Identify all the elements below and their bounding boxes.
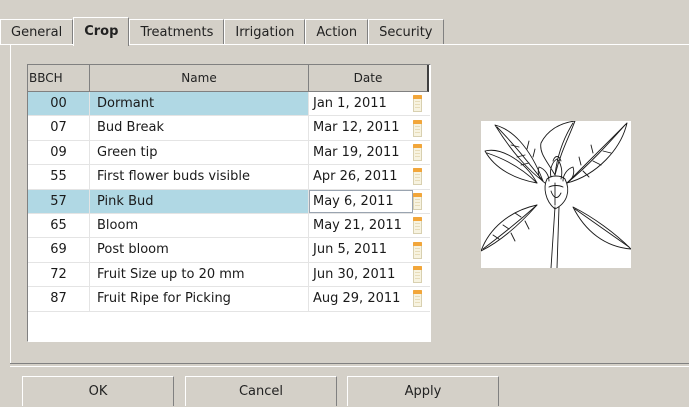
date-picker-cell[interactable] xyxy=(413,92,430,115)
cell-bbch: 07 xyxy=(28,116,90,140)
table-row[interactable]: 72 Fruit Size up to 20 mm Jun 30, 2011 xyxy=(28,262,430,288)
ok-button[interactable]: OK xyxy=(22,376,174,406)
tab-crop[interactable]: Crop xyxy=(73,17,130,46)
calendar-icon[interactable] xyxy=(413,241,422,259)
tab-general[interactable]: General xyxy=(0,19,74,45)
flower-bud-illustration xyxy=(480,120,632,269)
calendar-icon[interactable] xyxy=(413,143,422,161)
cell-date[interactable]: May 6, 2011 xyxy=(309,189,413,213)
table-row[interactable]: 00 Dormant Jan 1, 2011 xyxy=(28,92,430,117)
calendar-icon[interactable] xyxy=(413,290,422,308)
cell-date[interactable]: May 21, 2011 xyxy=(309,213,413,238)
cell-date[interactable]: Jun 5, 2011 xyxy=(309,238,413,262)
cell-bbch: 55 xyxy=(28,165,90,189)
cell-name: Fruit Ripe for Picking xyxy=(90,287,309,311)
cancel-button[interactable]: Cancel xyxy=(185,376,337,406)
cell-date[interactable]: Jun 30, 2011 xyxy=(309,262,413,287)
cell-name: Green tip xyxy=(90,140,309,165)
cell-bbch: 65 xyxy=(28,213,90,238)
cell-bbch: 72 xyxy=(28,262,90,287)
cell-name: Fruit Size up to 20 mm xyxy=(90,262,309,287)
cell-date[interactable]: Aug 29, 2011 xyxy=(309,287,413,311)
table-body: 00 Dormant Jan 1, 2011 07 Bud Break Mar … xyxy=(28,92,430,312)
cell-bbch: 09 xyxy=(28,140,90,165)
crop-dialog: General Crop Treatments Irrigation Actio… xyxy=(0,0,689,406)
column-header-bbch[interactable]: BBCH xyxy=(28,65,90,92)
date-picker-cell[interactable] xyxy=(413,116,430,139)
cell-date[interactable]: Apr 26, 2011 xyxy=(309,165,413,189)
calendar-icon[interactable] xyxy=(413,265,422,283)
column-header-name[interactable]: Name xyxy=(90,65,309,92)
cell-bbch: 87 xyxy=(28,287,90,311)
cell-name: Dormant xyxy=(90,92,309,116)
date-picker-cell[interactable] xyxy=(413,141,430,164)
table-row[interactable]: 07 Bud Break Mar 12, 2011 xyxy=(28,116,430,141)
growth-stages-table[interactable]: BBCH Name Date 00 Dormant Jan 1, 2011 07… xyxy=(27,64,431,342)
date-picker-cell[interactable] xyxy=(413,214,430,237)
date-picker-cell[interactable] xyxy=(413,263,430,286)
panel-divider xyxy=(10,363,689,367)
table-row[interactable]: 65 Bloom May 21, 2011 xyxy=(28,213,430,239)
table-row[interactable]: 69 Post bloom Jun 5, 2011 xyxy=(28,238,430,263)
crop-stage-illustration xyxy=(480,120,632,269)
date-picker-cell[interactable] xyxy=(413,287,430,310)
cell-bbch: 57 xyxy=(28,189,90,213)
table-row[interactable]: 55 First flower buds visible Apr 26, 201… xyxy=(28,165,430,190)
cell-name: Post bloom xyxy=(90,238,309,262)
tab-bar: General Crop Treatments Irrigation Actio… xyxy=(0,17,444,46)
calendar-icon[interactable] xyxy=(413,192,422,210)
apply-button[interactable]: Apply xyxy=(347,376,499,406)
cell-name: Pink Bud xyxy=(90,189,309,213)
calendar-icon[interactable] xyxy=(413,168,422,186)
calendar-icon[interactable] xyxy=(413,119,422,137)
calendar-icon[interactable] xyxy=(413,217,422,235)
table-row[interactable]: 09 Green tip Mar 19, 2011 xyxy=(28,140,430,166)
table-header: BBCH Name Date xyxy=(28,65,429,92)
table-row[interactable]: 87 Fruit Ripe for Picking Aug 29, 2011 xyxy=(28,287,430,312)
date-picker-cell[interactable] xyxy=(413,165,430,188)
cell-bbch: 69 xyxy=(28,238,90,262)
date-picker-cell[interactable] xyxy=(413,190,430,213)
tab-irrigation[interactable]: Irrigation xyxy=(224,19,306,45)
tab-security[interactable]: Security xyxy=(368,19,444,45)
cell-bbch: 00 xyxy=(28,92,90,116)
tab-treatments[interactable]: Treatments xyxy=(129,19,225,45)
cell-date[interactable]: Jan 1, 2011 xyxy=(309,92,413,116)
table-row[interactable]: 57 Pink Bud May 6, 2011 xyxy=(28,189,430,214)
cell-name: First flower buds visible xyxy=(90,165,309,189)
calendar-icon[interactable] xyxy=(413,95,422,113)
tab-action[interactable]: Action xyxy=(305,19,369,45)
date-picker-cell[interactable] xyxy=(413,238,430,261)
cell-date[interactable]: Mar 12, 2011 xyxy=(309,116,413,140)
cell-name: Bud Break xyxy=(90,116,309,140)
column-header-date[interactable]: Date xyxy=(309,65,429,92)
cell-date[interactable]: Mar 19, 2011 xyxy=(309,140,413,165)
cell-name: Bloom xyxy=(90,213,309,238)
